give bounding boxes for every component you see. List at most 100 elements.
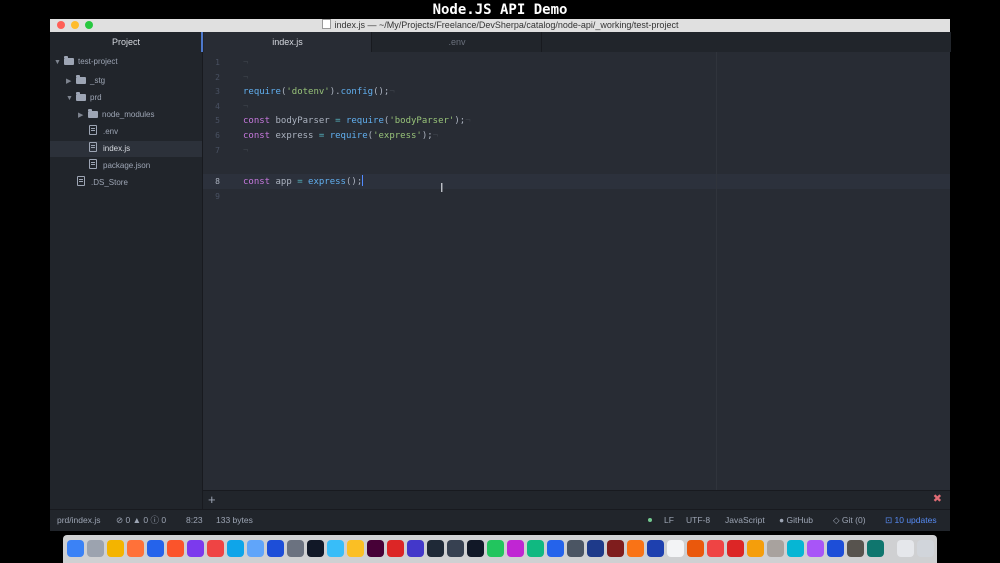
terminal-icon[interactable]: [427, 540, 444, 557]
error-icon: ⊘: [116, 515, 124, 525]
code-token: express: [308, 177, 346, 187]
tower-icon[interactable]: [587, 540, 604, 557]
status-encoding[interactable]: UTF-8: [686, 510, 710, 531]
chevron-right-icon: ▶: [78, 112, 84, 119]
folder-icon: [64, 56, 74, 65]
sketch-icon[interactable]: [347, 540, 364, 557]
code-line-3: require('dotenv').config();¬: [243, 87, 395, 98]
tree-item-label: .DS_Store: [91, 178, 128, 187]
chevron-down-icon: ▼: [54, 59, 61, 66]
close-panel-button[interactable]: ✖: [933, 491, 942, 508]
tor-icon[interactable]: [187, 540, 204, 557]
acrobat-icon[interactable]: [387, 540, 404, 557]
tree-file-ds-store[interactable]: .DS_Store: [50, 175, 202, 191]
status-cursor-position[interactable]: 8:23: [186, 510, 203, 531]
file-icon: [77, 176, 85, 186]
edge-icon[interactable]: [227, 540, 244, 557]
title-bar: index.js — ~/My/Projects/Freelance/DevSh…: [50, 19, 950, 32]
atom-icon[interactable]: [647, 540, 664, 557]
status-grammar[interactable]: JavaScript: [725, 510, 765, 531]
downloads-folder-icon[interactable]: [897, 540, 914, 557]
tree-folder-test-project[interactable]: ▼ test-project: [54, 54, 202, 70]
file-icon: [89, 125, 97, 135]
tree-folder-node-modules[interactable]: ▶ node_modules: [78, 107, 202, 123]
opera-icon[interactable]: [207, 540, 224, 557]
line-number: 6: [215, 131, 220, 140]
status-git[interactable]: ◇ Git (0): [833, 510, 866, 531]
finder-icon[interactable]: [67, 540, 84, 557]
webstorm-icon[interactable]: [527, 540, 544, 557]
code-line-6: const express = require('express');¬: [243, 131, 439, 141]
updates-icon: ⊡: [885, 515, 893, 525]
tree-folder-prd[interactable]: ▼ prd: [66, 90, 202, 106]
chrome-icon[interactable]: [107, 540, 124, 557]
line-number: 4: [215, 101, 220, 111]
tree-item-label: _stg: [90, 76, 106, 85]
safari-icon[interactable]: [147, 540, 164, 557]
status-file-path[interactable]: prd/index.js: [57, 510, 100, 531]
toolbox-icon[interactable]: [707, 540, 724, 557]
line-number-gutter: 1 2 3 4 5 6 7 8 9: [203, 52, 238, 509]
status-line-ending[interactable]: LF: [664, 510, 674, 531]
line-number: 1: [215, 58, 220, 67]
close-window-button[interactable]: [57, 21, 65, 29]
xmind-icon[interactable]: [727, 540, 744, 557]
linear-icon[interactable]: [407, 540, 424, 557]
window-title: index.js — ~/My/Projects/Freelance/DevSh…: [334, 20, 679, 30]
minimize-window-button[interactable]: [71, 21, 79, 29]
affinity-photo-icon[interactable]: [807, 540, 824, 557]
tab-bar-empty-area: [541, 32, 951, 52]
maximize-window-button[interactable]: [85, 21, 93, 29]
preview-icon[interactable]: [327, 540, 344, 557]
status-updates[interactable]: ⊡ 10 updates: [885, 510, 937, 531]
status-diagnostics[interactable]: ⊘ 0 ▲ 0 ⓘ 0: [116, 510, 166, 531]
spotify-icon[interactable]: [487, 540, 504, 557]
quicktime-icon[interactable]: [867, 540, 884, 557]
affinity-designer-icon[interactable]: [787, 540, 804, 557]
archive-utility-icon[interactable]: [847, 540, 864, 557]
app-store-icon[interactable]: [267, 540, 284, 557]
database-icon[interactable]: [567, 540, 584, 557]
system-preferences-icon[interactable]: [287, 540, 304, 557]
automator-icon[interactable]: [767, 540, 784, 557]
insomnia-icon[interactable]: [687, 540, 704, 557]
textedit-icon[interactable]: [667, 540, 684, 557]
tab-project[interactable]: Project: [50, 32, 203, 53]
tree-file-index-js[interactable]: index.js: [50, 141, 202, 157]
phpstorm-icon[interactable]: [507, 540, 524, 557]
status-github[interactable]: ● GitHub: [779, 510, 813, 531]
tree-file-env[interactable]: .env: [50, 124, 202, 140]
code-token: require: [329, 131, 368, 141]
code-editor[interactable]: 1 2 3 4 5 6 7 8 9 ¬ ¬ require('dotenv').…: [203, 52, 950, 509]
info-icon: ⓘ: [150, 515, 160, 525]
github-label: GitHub: [786, 515, 813, 525]
adobe-xd-icon[interactable]: [367, 540, 384, 557]
tab-env[interactable]: .env: [371, 32, 542, 52]
code-line-2: ¬: [243, 72, 249, 83]
tab-index-js[interactable]: index.js: [204, 32, 371, 52]
iterm-icon[interactable]: [447, 540, 464, 557]
vscode-icon[interactable]: [547, 540, 564, 557]
add-terminal-button[interactable]: +: [208, 491, 216, 508]
launchpad-icon[interactable]: [87, 540, 104, 557]
firefox-icon[interactable]: [127, 540, 144, 557]
notes-icon[interactable]: [747, 540, 764, 557]
folder-icon: [76, 75, 86, 84]
line-number: 2: [215, 72, 220, 82]
code-token: express: [275, 131, 314, 141]
tree-item-label: package.json: [103, 161, 151, 170]
inkscape-icon[interactable]: [307, 540, 324, 557]
filezilla-icon[interactable]: [607, 540, 624, 557]
console-icon[interactable]: [467, 540, 484, 557]
tree-item-label: index.js: [103, 144, 131, 153]
tree-file-package-json[interactable]: package.json: [50, 158, 202, 174]
tree-folder-stg[interactable]: ▶ _stg: [66, 73, 202, 89]
postman-icon[interactable]: [627, 540, 644, 557]
code-token: const: [243, 177, 271, 187]
maps-icon[interactable]: [247, 540, 264, 557]
file-icon: [89, 142, 97, 152]
brave-icon[interactable]: [167, 540, 184, 557]
line-number: 9: [215, 191, 220, 201]
vpn-icon[interactable]: [827, 540, 844, 557]
trash-icon[interactable]: [917, 540, 934, 557]
